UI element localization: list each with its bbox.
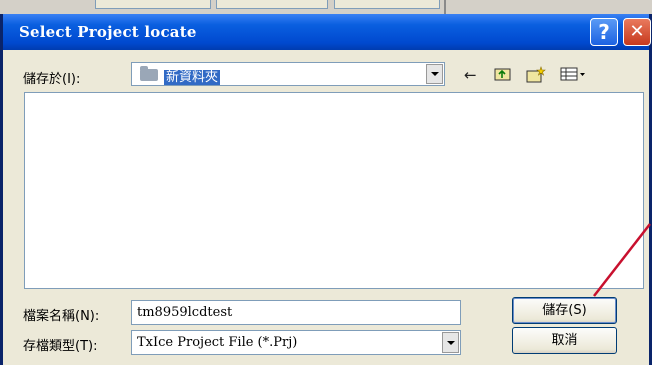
view-menu-icon[interactable] xyxy=(560,66,586,86)
file-type-label: 存檔類型(T): xyxy=(23,339,98,354)
annotation-arrow xyxy=(593,223,651,297)
file-name-input[interactable]: tm8959lcdtest xyxy=(131,300,461,325)
title-bar[interactable]: Select Project locate ? ✕ xyxy=(3,14,651,50)
selected-folder-name: 新資料夾 xyxy=(164,70,221,85)
close-button[interactable]: ✕ xyxy=(623,18,651,46)
file-name-label: 檔案名稱(N): xyxy=(23,309,100,324)
parent-button xyxy=(334,0,440,9)
back-icon[interactable]: ← xyxy=(464,66,477,84)
parent-button xyxy=(95,0,211,9)
folder-icon xyxy=(140,66,158,81)
save-in-dropdown[interactable]: 新資料夾 xyxy=(131,62,445,86)
cancel-button[interactable]: 取消 xyxy=(512,327,617,354)
file-name-value: tm8959lcdtest xyxy=(137,305,233,320)
save-dialog: Select Project locate ? ✕ 儲存於(I): 新資料夾 ←… xyxy=(0,14,652,365)
parent-button xyxy=(216,0,328,9)
save-button-label: 儲存(S) xyxy=(542,303,587,318)
cancel-button-label: 取消 xyxy=(551,333,578,348)
help-button[interactable]: ? xyxy=(590,18,618,46)
file-list-view[interactable] xyxy=(24,92,644,289)
dialog-title: Select Project locate xyxy=(19,23,197,41)
chevron-down-icon[interactable] xyxy=(426,64,443,84)
file-type-dropdown[interactable]: TxIce Project File (*.Prj) xyxy=(131,330,461,355)
new-folder-icon[interactable] xyxy=(526,66,546,88)
chevron-down-icon[interactable] xyxy=(442,332,459,353)
save-in-label: 儲存於(I): xyxy=(23,72,81,87)
close-icon: ✕ xyxy=(629,21,645,42)
help-icon: ? xyxy=(598,20,610,44)
up-folder-icon[interactable] xyxy=(494,66,512,86)
file-type-value: TxIce Project File (*.Prj) xyxy=(137,335,298,350)
